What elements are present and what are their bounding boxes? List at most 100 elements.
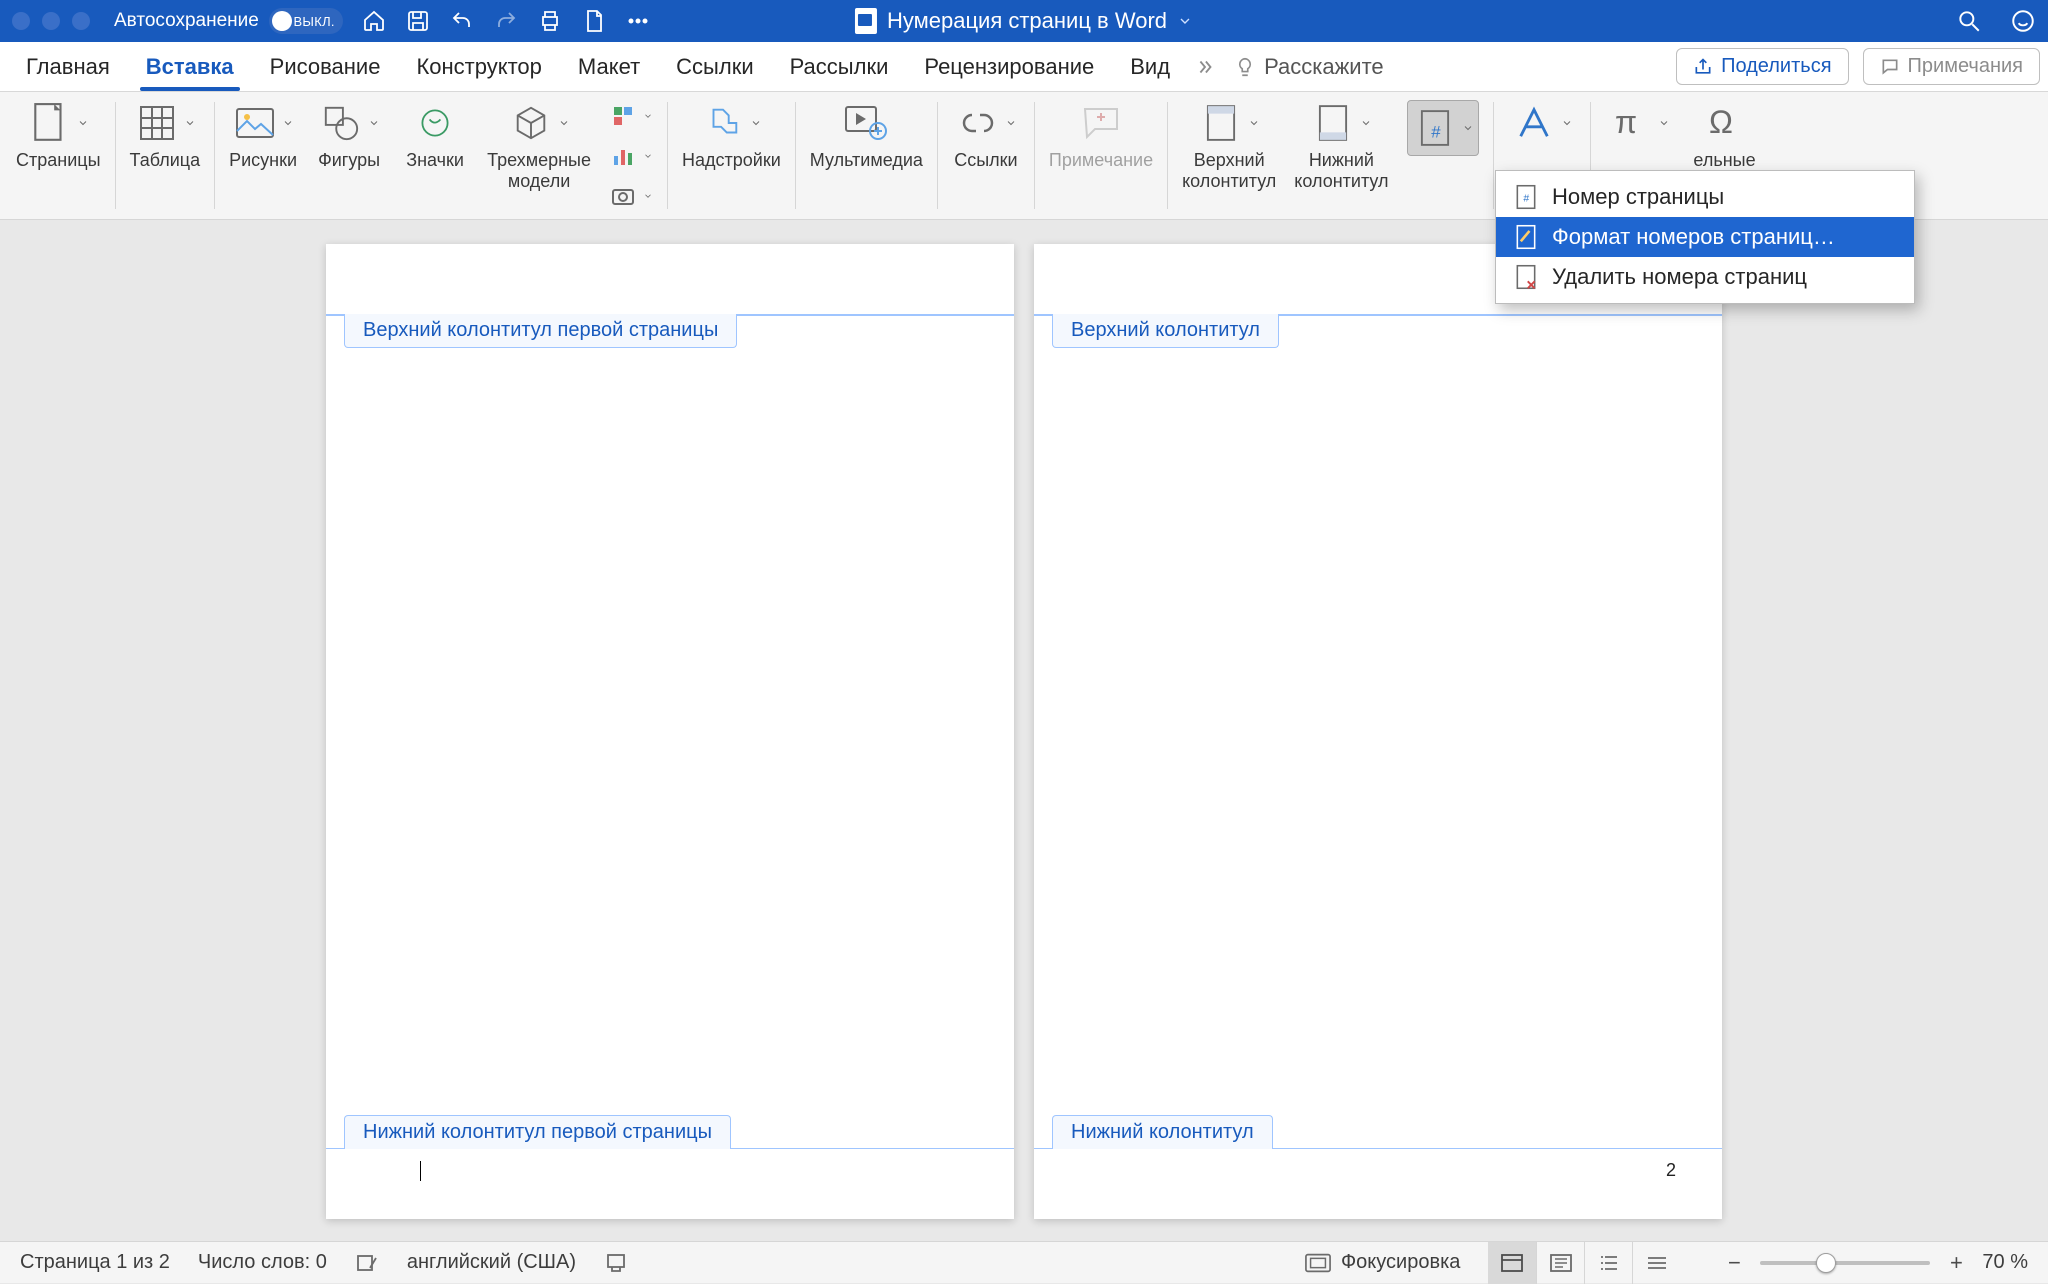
svg-text:#: # (1523, 193, 1529, 204)
new-doc-icon[interactable] (581, 8, 607, 34)
comments-button[interactable]: Примечания (1863, 48, 2040, 85)
page2-header-tag[interactable]: Верхний колонтитул (1052, 314, 1279, 348)
svg-text:#: # (1431, 122, 1441, 141)
home-icon[interactable] (361, 8, 387, 34)
page1-cursor (420, 1161, 421, 1181)
svg-text:Ω: Ω (1709, 104, 1733, 140)
titlebar-right (1956, 8, 2036, 34)
media-label: Мультимедиа (810, 150, 923, 171)
status-language[interactable]: английский (США) (407, 1251, 576, 1274)
zoom-slider[interactable] (1760, 1261, 1930, 1265)
page-number-menu: # Номер страницы Формат номеров страниц…… (1495, 170, 1915, 304)
status-page[interactable]: Страница 1 из 2 (20, 1251, 170, 1274)
menu-remove-label: Удалить номера страниц (1552, 264, 1807, 290)
group-addins: Надстройки (668, 92, 795, 219)
group-headerfooter: Верхний колонтитул Нижний колонтитул # (1168, 92, 1492, 219)
document-title[interactable]: Нумерация страниц в Word (855, 8, 1193, 34)
page1-header-tag[interactable]: Верхний колонтитул первой страницы (344, 314, 737, 348)
accessibility-icon[interactable] (604, 1251, 628, 1275)
tabs-overflow-icon[interactable] (1188, 56, 1222, 78)
tab-references[interactable]: Ссылки (658, 42, 771, 91)
minimize-window-button[interactable] (42, 12, 60, 30)
titlebar: Автосохранение ВЫКЛ. Нумерация страниц в… (0, 0, 2048, 42)
document-area[interactable]: Верхний колонтитул первой страницы Нижни… (0, 220, 2048, 1241)
tell-me[interactable]: Расскажите (1234, 54, 1384, 80)
share-label: Поделиться (1721, 55, 1831, 78)
pictures-button[interactable]: Рисунки (229, 100, 297, 171)
menu-format-page-numbers[interactable]: Формат номеров страниц… (1496, 217, 1914, 257)
focus-label: Фокусировка (1341, 1251, 1460, 1274)
tab-mailings[interactable]: Рассылки (772, 42, 907, 91)
pages-button[interactable]: Страницы (16, 100, 101, 171)
redo-icon[interactable] (493, 8, 519, 34)
tab-home[interactable]: Главная (8, 42, 128, 91)
tab-insert[interactable]: Вставка (128, 42, 252, 91)
textbox-button[interactable] (1508, 100, 1576, 146)
links-button[interactable]: Ссылки (952, 100, 1020, 171)
doc-title-text: Нумерация страниц в Word (887, 8, 1167, 34)
more-icon[interactable] (625, 8, 651, 34)
view-outline[interactable] (1584, 1242, 1632, 1284)
spellcheck-icon[interactable] (355, 1251, 379, 1275)
menu-remove-page-numbers[interactable]: Удалить номера страниц (1496, 257, 1914, 297)
print-icon[interactable] (537, 8, 563, 34)
search-icon[interactable] (1956, 8, 1982, 34)
maximize-window-button[interactable] (72, 12, 90, 30)
screenshot-button[interactable] (609, 180, 653, 212)
tab-review[interactable]: Рецензирование (906, 42, 1112, 91)
page-1[interactable]: Верхний колонтитул первой страницы Нижни… (326, 244, 1014, 1219)
remove-page-numbers-icon (1514, 263, 1538, 291)
icons-button[interactable]: Значки (401, 100, 469, 171)
zoom-controls: − + 70 % (1722, 1251, 2028, 1275)
chart-button[interactable] (609, 140, 653, 172)
page2-footer-tag[interactable]: Нижний колонтитул (1052, 1115, 1273, 1149)
tab-draw[interactable]: Рисование (252, 42, 399, 91)
header-button[interactable]: Верхний колонтитул (1182, 100, 1276, 191)
svg-text:π: π (1615, 104, 1637, 140)
media-button[interactable]: Мультимедиа (810, 100, 923, 171)
tab-layout[interactable]: Макет (560, 42, 658, 91)
page1-footer-tag[interactable]: Нижний колонтитул первой страницы (344, 1115, 731, 1149)
header-label: Верхний колонтитул (1182, 150, 1276, 191)
pages-label: Страницы (16, 150, 101, 171)
share-button[interactable]: Поделиться (1676, 48, 1848, 85)
tab-design[interactable]: Конструктор (398, 42, 559, 91)
zoom-thumb[interactable] (1816, 1253, 1836, 1273)
close-window-button[interactable] (12, 12, 30, 30)
equation-button[interactable]: π (1605, 100, 1673, 146)
view-draft[interactable] (1632, 1242, 1680, 1284)
group-media: Мультимедиа (796, 92, 937, 219)
smile-icon[interactable] (2010, 8, 2036, 34)
addins-button[interactable]: Надстройки (682, 100, 781, 171)
save-icon[interactable] (405, 8, 431, 34)
ribbon-tabs: Главная Вставка Рисование Конструктор Ма… (0, 42, 2048, 92)
page-number-button[interactable]: # (1407, 100, 1479, 156)
menu-page-number[interactable]: # Номер страницы (1496, 177, 1914, 217)
footer-button[interactable]: Нижний колонтитул (1294, 100, 1388, 191)
page-2[interactable]: Верхний колонтитул Нижний колонтитул 2 (1034, 244, 1722, 1219)
autosave-toggle[interactable]: Автосохранение ВЫКЛ. (114, 8, 343, 34)
pictures-label: Рисунки (229, 150, 297, 171)
status-words[interactable]: Число слов: 0 (198, 1251, 327, 1274)
table-button[interactable]: Таблица (130, 100, 201, 171)
group-comment: Примечание (1035, 92, 1167, 219)
view-web-layout[interactable] (1536, 1242, 1584, 1284)
focus-mode-button[interactable]: Фокусировка (1305, 1251, 1460, 1274)
smartart-button[interactable] (609, 100, 653, 132)
zoom-percent[interactable]: 70 % (1982, 1251, 2028, 1274)
tab-view[interactable]: Вид (1112, 42, 1188, 91)
shapes-button[interactable]: Фигуры (315, 100, 383, 171)
quick-access-toolbar (361, 8, 651, 34)
shapes-label: Фигуры (318, 150, 380, 171)
group-links: Ссылки (938, 92, 1034, 219)
autosave-label: Автосохранение (114, 10, 259, 32)
group-illustrations: Рисунки Фигуры Значки Трехмерные модели (215, 92, 667, 219)
view-print-layout[interactable] (1488, 1242, 1536, 1284)
zoom-in-button[interactable]: + (1944, 1251, 1968, 1275)
autosave-pill[interactable]: ВЫКЛ. (269, 8, 343, 34)
comment-button: Примечание (1049, 100, 1153, 171)
zoom-out-button[interactable]: − (1722, 1251, 1746, 1275)
undo-icon[interactable] (449, 8, 475, 34)
page-number-icon: # (1514, 183, 1538, 211)
models3d-button[interactable]: Трехмерные модели (487, 100, 591, 191)
